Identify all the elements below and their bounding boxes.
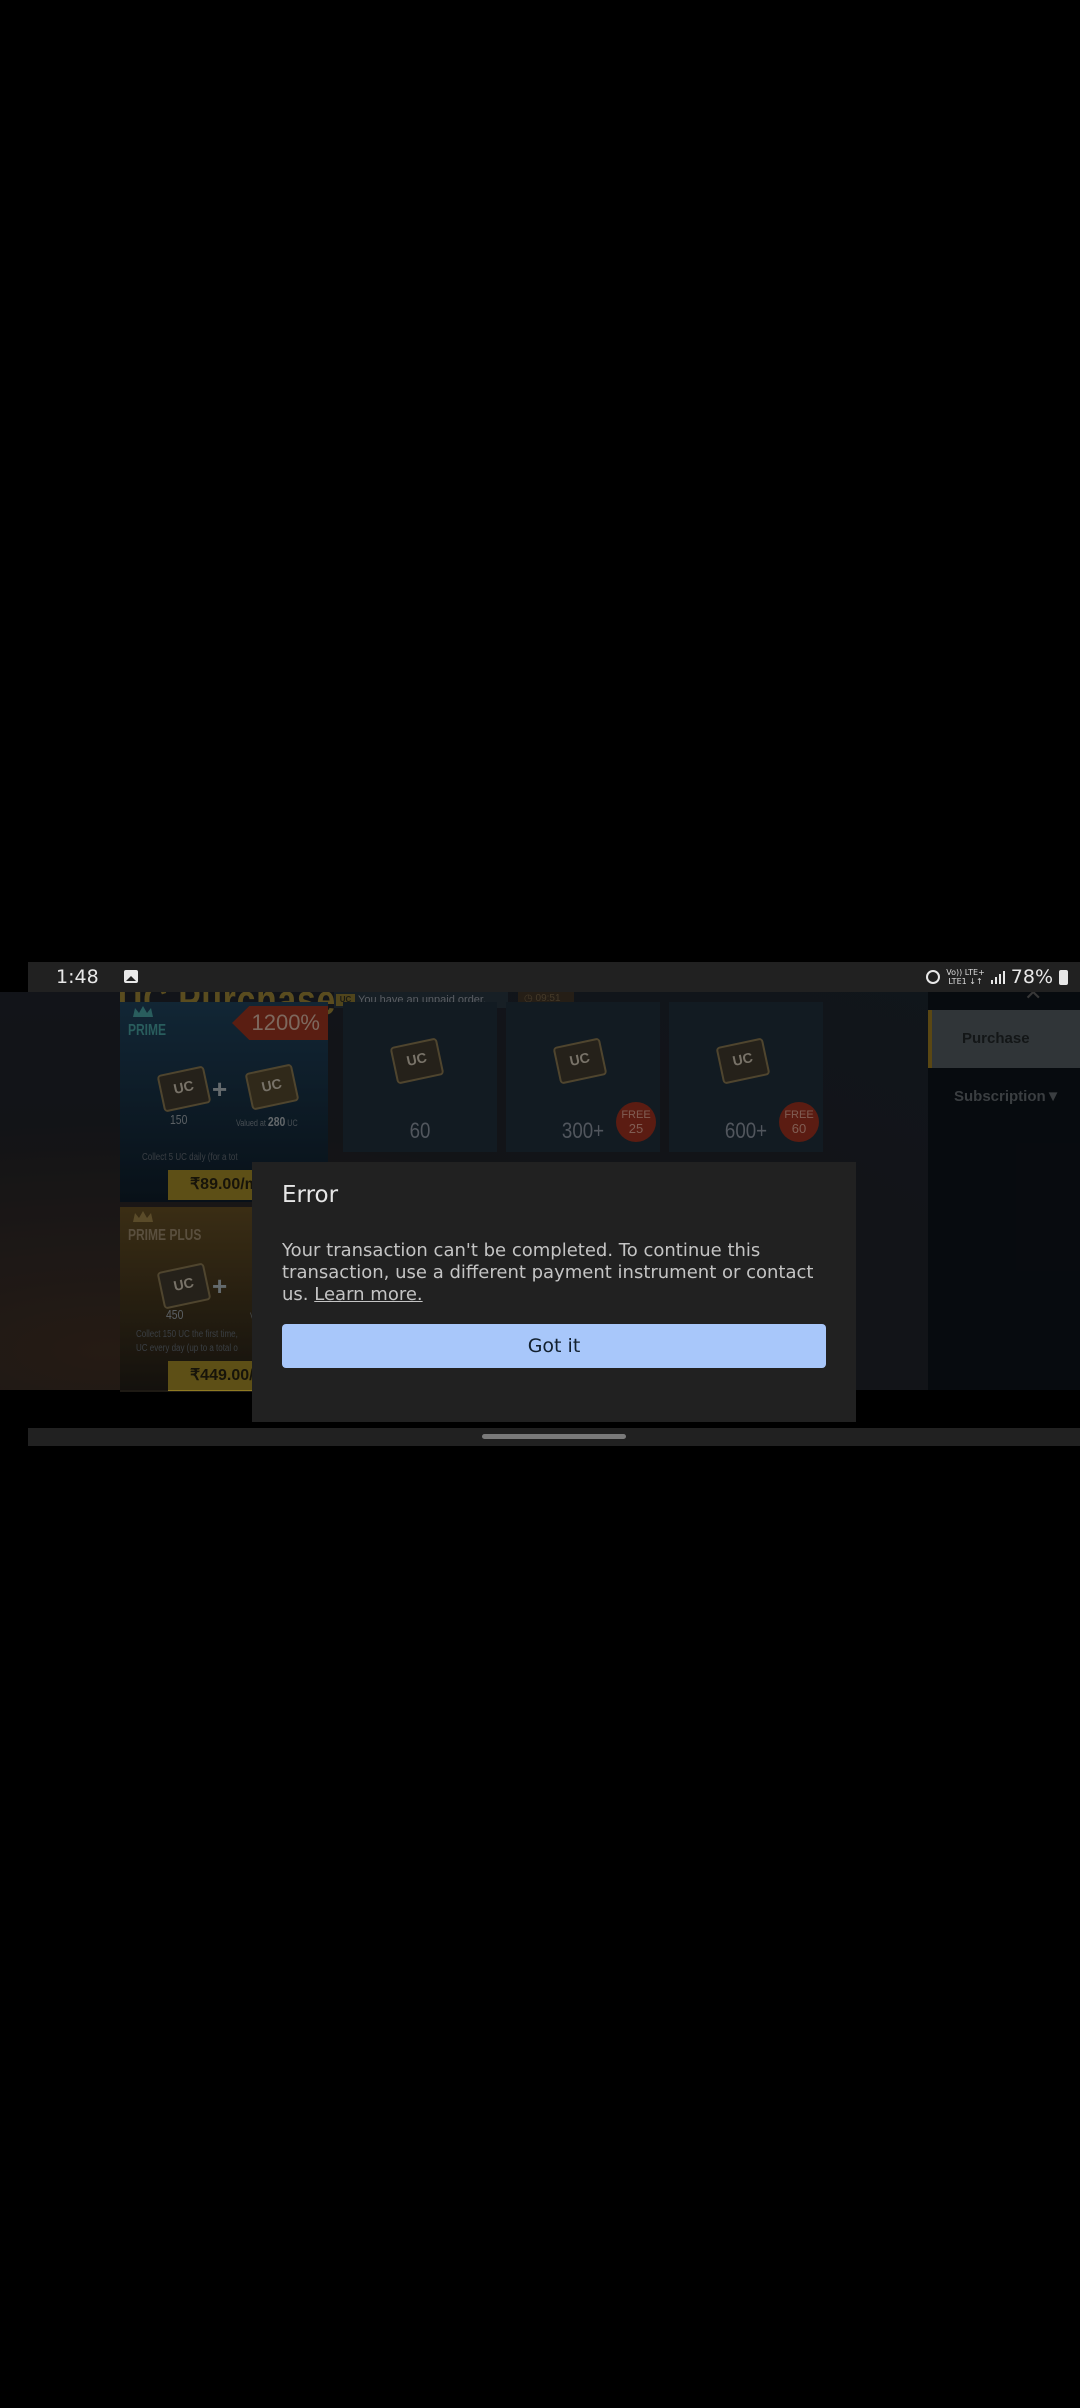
dialog-title: Error xyxy=(282,1182,339,1208)
network-top-label: Vo)) LTE+ xyxy=(946,968,985,977)
status-icons: Vo)) LTE+ LTE1 ↓↑ 78% xyxy=(926,966,1068,988)
alarm-icon xyxy=(926,970,941,984)
learn-more-link[interactable]: Learn more. xyxy=(314,1284,422,1305)
volte-lte-icon: Vo)) LTE+ LTE1 ↓↑ xyxy=(946,968,985,986)
status-time: 1:48 xyxy=(56,966,99,988)
got-it-button[interactable]: Got it xyxy=(282,1324,826,1368)
network-bottom-label: LTE1 ↓↑ xyxy=(948,977,983,986)
dialog-message: Your transaction can't be completed. To … xyxy=(282,1240,842,1306)
app-frame: 1:48 Vo)) LTE+ LTE1 ↓↑ 78% UC Purchase U… xyxy=(0,962,1080,1446)
battery-percent: 78% xyxy=(1010,966,1053,988)
status-bar: 1:48 Vo)) LTE+ LTE1 ↓↑ 78% xyxy=(28,962,1080,992)
photo-icon xyxy=(124,970,138,983)
signal-icon xyxy=(990,970,1005,984)
home-indicator[interactable] xyxy=(482,1434,626,1439)
error-dialog: Error Your transaction can't be complete… xyxy=(252,1162,856,1422)
battery-icon xyxy=(1059,969,1068,985)
